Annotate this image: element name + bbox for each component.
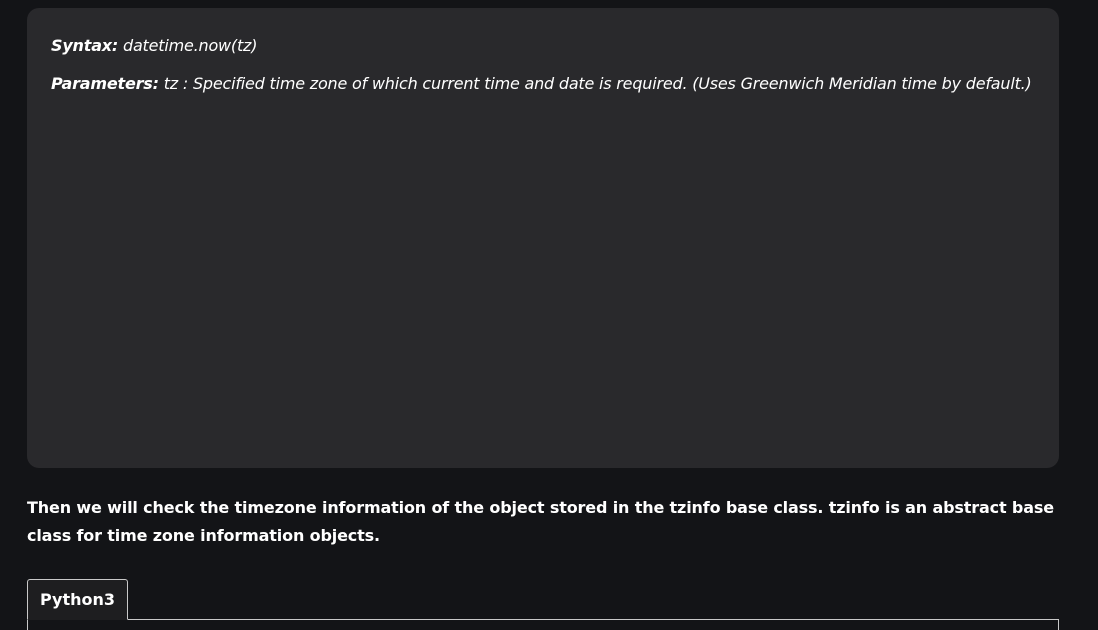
syntax-label: Syntax: (51, 36, 119, 55)
tab-python3[interactable]: Python3 (27, 579, 129, 620)
syntax-value: datetime.now(tz) (118, 36, 258, 55)
article-page: Syntax: datetime.now(tz) Parameters: tz … (0, 0, 1098, 630)
code-panel (27, 620, 1059, 630)
code-tabs: Python3 (27, 579, 1059, 630)
parameters-label: Parameters: (51, 74, 159, 93)
parameters-line: Parameters: tz : Specified time zone of … (51, 72, 1035, 96)
syntax-line: Syntax: datetime.now(tz) (51, 34, 1035, 58)
body-paragraph: Then we will check the timezone informat… (27, 498, 1054, 545)
parameters-value: tz : Specified time zone of which curren… (158, 74, 1032, 93)
syntax-box: Syntax: datetime.now(tz) Parameters: tz … (27, 8, 1059, 468)
